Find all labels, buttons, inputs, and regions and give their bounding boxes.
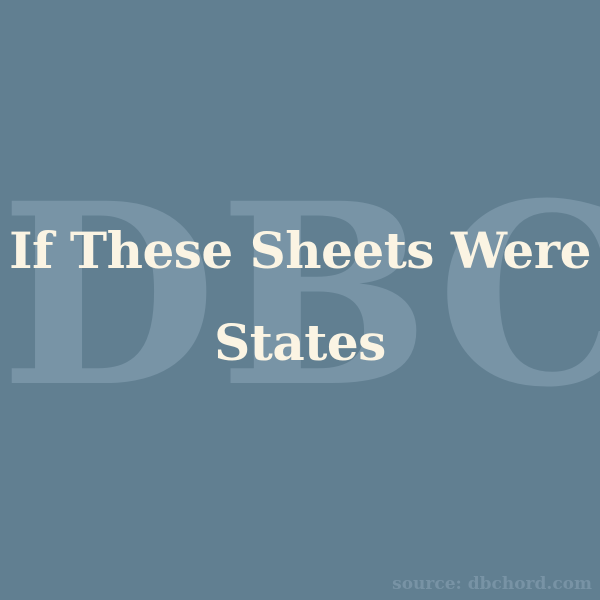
page-title: If These Sheets Were States: [0, 205, 600, 389]
title-line-1: If These Sheets Were: [9, 221, 591, 280]
source-credit: source: dbchord.com: [392, 574, 592, 594]
title-line-2: States: [214, 313, 386, 372]
